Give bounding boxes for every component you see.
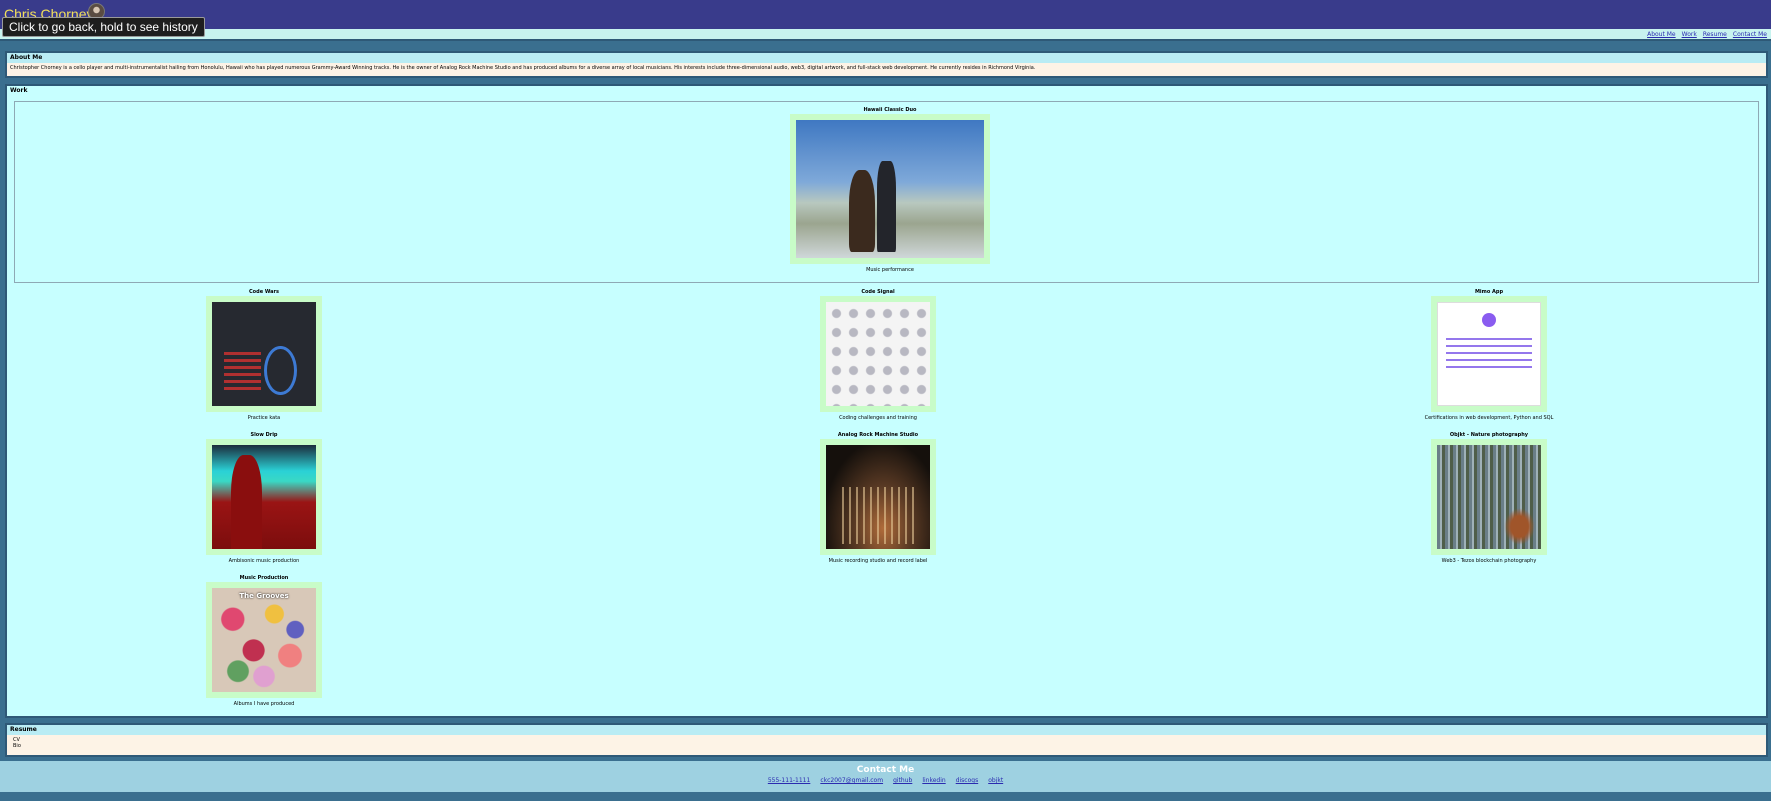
about-section: About Me Christopher Chorney is a cello …: [5, 51, 1768, 78]
work-card-codesignal[interactable]: Code Signal Coding challenges and traini…: [778, 289, 978, 422]
work-card-title: Hawaii Classic Duo: [863, 107, 917, 113]
featured-work-box: Hawaii Classic Duo Music performance: [14, 101, 1759, 283]
resume-section: Resume CV Bio: [5, 723, 1768, 757]
album-cover-text: The Grooves: [239, 592, 289, 600]
work-card-desc: Coding challenges and training: [839, 415, 917, 421]
work-heading: Work: [7, 86, 1766, 96]
work-card-title: Objkt - Nature photography: [1449, 432, 1529, 438]
work-card-slowdrip[interactable]: Slow Drip Ambisonic music production: [164, 432, 364, 565]
contact-link-objkt[interactable]: objkt: [988, 777, 1003, 784]
work-card-desc: Practice kata: [247, 415, 281, 421]
work-card-title: Code Wars: [249, 289, 279, 295]
work-thumbnail[interactable]: [1431, 439, 1547, 555]
nav-link-contact[interactable]: Contact Me: [1733, 31, 1767, 38]
work-thumbnail[interactable]: [790, 114, 990, 264]
slowdrip-art-image: [212, 445, 316, 549]
work-thumbnail[interactable]: [820, 439, 936, 555]
work-card-mimo[interactable]: Mimo App Certifications in web developme…: [1389, 289, 1589, 422]
nav-link-work[interactable]: Work: [1682, 31, 1697, 38]
nav-links: About Me Work Resume Contact Me: [1647, 31, 1767, 38]
contact-link-phone[interactable]: 555-111-1111: [768, 777, 811, 784]
site-header: Chris Chorney: [0, 0, 1771, 29]
work-card-music-production[interactable]: Music Production The Grooves Albums I ha…: [164, 575, 364, 708]
contact-link-discogs[interactable]: discogs: [956, 777, 979, 784]
studio-mixer-image: [826, 445, 930, 549]
work-thumbnail[interactable]: The Grooves: [206, 582, 322, 698]
contact-links: 555-111-1111 ckc2007@gmail.com github li…: [0, 777, 1771, 784]
work-thumbnail[interactable]: [820, 296, 936, 412]
contact-link-github[interactable]: github: [893, 777, 912, 784]
work-card-studio[interactable]: Analog Rock Machine Studio Music recordi…: [778, 432, 978, 565]
resume-heading: Resume: [7, 725, 1766, 735]
nav-link-about[interactable]: About Me: [1647, 31, 1676, 38]
contact-link-email[interactable]: ckc2007@gmail.com: [820, 777, 883, 784]
work-card-desc: Music recording studio and record label: [828, 558, 928, 564]
work-card-desc: Certifications in web development, Pytho…: [1424, 415, 1554, 421]
nav-bar: About Me Work Resume Contact Me: [0, 29, 1771, 41]
album-cover-image: The Grooves: [212, 588, 316, 692]
work-card-title: Analog Rock Machine Studio: [837, 432, 919, 438]
work-card-objkt[interactable]: Objkt - Nature photography Web3 - Tezos …: [1389, 432, 1589, 565]
resume-item-bio[interactable]: Bio: [7, 743, 1766, 749]
work-card-desc: Music performance: [866, 267, 914, 273]
about-heading: About Me: [7, 53, 1766, 63]
certificate-image: [1437, 302, 1541, 406]
work-section: Work Hawaii Classic Duo Music performanc…: [5, 84, 1768, 718]
work-thumbnail[interactable]: [1431, 296, 1547, 412]
duo-photo-image: [796, 120, 984, 258]
work-card-title: Code Signal: [861, 289, 895, 295]
work-thumbnail[interactable]: [206, 439, 322, 555]
work-card-desc: Web3 - Tezos blockchain photography: [1441, 558, 1537, 564]
codesignal-badges-image: [826, 302, 930, 406]
work-card-title: Music Production: [239, 575, 289, 581]
nav-link-resume[interactable]: Resume: [1703, 31, 1727, 38]
work-card-codewars[interactable]: Code Wars Practice kata: [164, 289, 364, 422]
contact-heading: Contact Me: [856, 765, 915, 775]
nature-photo-image: [1437, 445, 1541, 549]
contact-link-linkedin[interactable]: linkedin: [922, 777, 945, 784]
work-card-title: Mimo App: [1474, 289, 1504, 295]
work-card-desc: Ambisonic music production: [228, 558, 300, 564]
about-text: Christopher Chorney is a cello player an…: [7, 63, 1766, 74]
work-card-title: Slow Drip: [250, 432, 278, 438]
work-card-desc: Albums I have produced: [233, 701, 295, 707]
back-button-tooltip: Click to go back, hold to see history: [2, 17, 205, 37]
codewars-screenshot-image: [212, 302, 316, 406]
work-card-featured[interactable]: Hawaii Classic Duo Music performance: [790, 107, 990, 274]
contact-section: Contact Me 555-111-1111 ckc2007@gmail.co…: [0, 761, 1771, 792]
work-thumbnail[interactable]: [206, 296, 322, 412]
